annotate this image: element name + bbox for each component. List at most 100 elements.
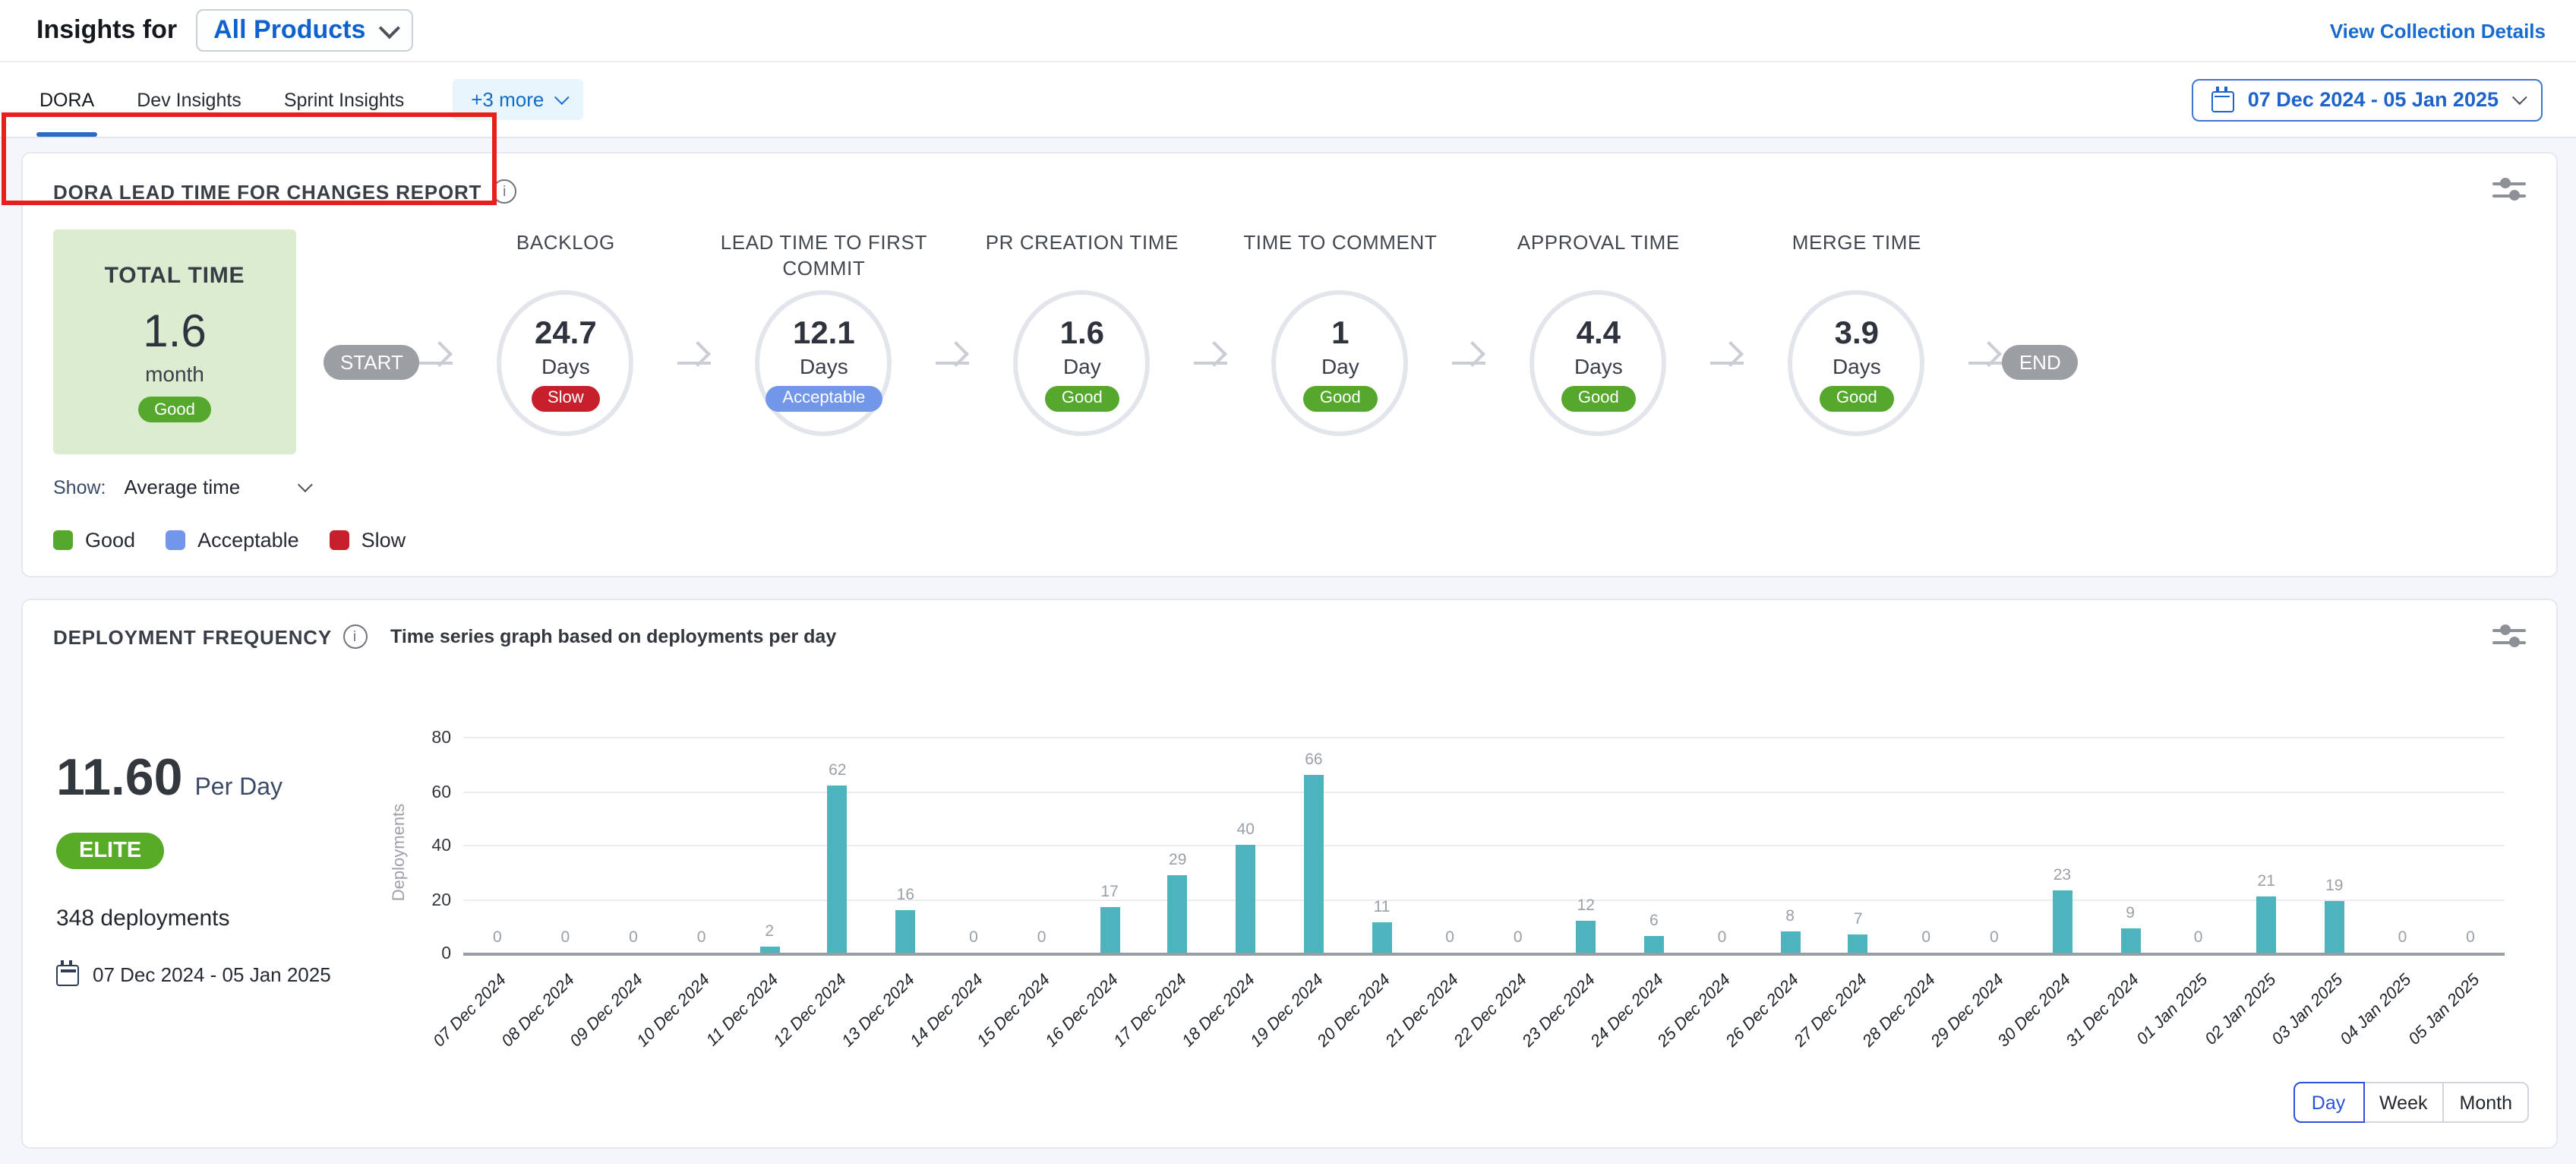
bar-value-label: 0 bbox=[2398, 928, 2407, 947]
deployment-bar[interactable] bbox=[1236, 845, 1255, 953]
total-time-label: TOTAL TIME bbox=[53, 263, 296, 289]
x-axis-label: 03 Jan 2025 bbox=[2269, 971, 2347, 1049]
legend-item-slow: Slow bbox=[330, 529, 406, 552]
product-selector-dropdown[interactable]: All Products bbox=[195, 9, 412, 52]
legend-item-good: Good bbox=[53, 529, 135, 552]
bar-slot: 2917 Dec 2024 bbox=[1144, 737, 1212, 953]
tabs: DORA Dev Insights Sprint Insights +3 mor… bbox=[39, 62, 583, 137]
bar-value-label: 19 bbox=[2325, 877, 2343, 896]
deployment-bar[interactable] bbox=[1168, 874, 1188, 953]
x-axis-label: 07 Dec 2024 bbox=[431, 971, 510, 1051]
info-icon[interactable] bbox=[492, 179, 516, 204]
deployment-bar[interactable] bbox=[1304, 775, 1324, 953]
deployment-bar[interactable] bbox=[1848, 934, 1868, 953]
flow-arrow bbox=[678, 362, 712, 365]
flow-start-pill: START bbox=[324, 345, 420, 380]
bar-value-label: 11 bbox=[1374, 899, 1391, 917]
status-badge: Good bbox=[1561, 385, 1636, 411]
bar-value-label: 2 bbox=[765, 923, 774, 941]
deployment-card-body: 11.60 Per Day ELITE 348 deployments 07 D… bbox=[53, 661, 2526, 986]
total-time-box: TOTAL TIME 1.6 month Good bbox=[53, 229, 296, 454]
deployment-bar[interactable] bbox=[1372, 923, 1392, 953]
deployment-bar[interactable] bbox=[2120, 928, 2140, 953]
total-time-value: 1.6 bbox=[53, 307, 296, 359]
bar-slot: 826 Dec 2024 bbox=[1756, 737, 1824, 953]
deployment-rate-unit: Per Day bbox=[194, 775, 283, 802]
lead-time-card: DORA LEAD TIME FOR CHANGES REPORT TOTAL … bbox=[21, 152, 2558, 577]
bar-value-label: 66 bbox=[1305, 751, 1322, 769]
bar-value-label: 21 bbox=[2258, 871, 2275, 890]
deployment-date-range: 07 Dec 2024 - 05 Jan 2025 bbox=[56, 962, 393, 986]
x-axis-label: 17 Dec 2024 bbox=[1111, 971, 1191, 1051]
deployment-card-header: DEPLOYMENT FREQUENCY Time series graph b… bbox=[53, 624, 2526, 652]
bar-value-label: 0 bbox=[1990, 928, 1999, 947]
bar-value-label: 0 bbox=[629, 928, 638, 947]
widget-settings-icon[interactable] bbox=[2492, 178, 2526, 205]
granularity-month-button[interactable]: Month bbox=[2443, 1082, 2530, 1123]
stage-label: PR CREATION TIME bbox=[986, 229, 1179, 290]
deployment-bar[interactable] bbox=[1576, 920, 1596, 953]
bar-value-label: 0 bbox=[493, 928, 502, 947]
x-axis-label: 08 Dec 2024 bbox=[498, 971, 578, 1051]
y-tick-label: 40 bbox=[431, 837, 451, 855]
granularity-week-button[interactable]: Week bbox=[2363, 1082, 2444, 1123]
stage-unit: Days bbox=[800, 353, 848, 378]
deployment-bar[interactable] bbox=[2325, 902, 2344, 953]
stage-value: 4.4 bbox=[1577, 315, 1621, 352]
deployment-bar[interactable] bbox=[828, 786, 848, 953]
bar-value-label: 0 bbox=[1037, 928, 1046, 947]
bar-slot: 021 Dec 2024 bbox=[1416, 737, 1484, 953]
bar-slot: 014 Dec 2024 bbox=[939, 737, 1008, 953]
stage-value: 1.6 bbox=[1060, 315, 1104, 352]
legend-item-acceptable: Acceptable bbox=[166, 529, 299, 552]
x-axis-label: 21 Dec 2024 bbox=[1383, 971, 1463, 1051]
granularity-day-button[interactable]: Day bbox=[2293, 1082, 2364, 1123]
x-axis-label: 04 Jan 2025 bbox=[2338, 971, 2416, 1049]
stage-circle: 24.7 Days Slow bbox=[497, 290, 634, 436]
x-axis-label: 18 Dec 2024 bbox=[1179, 971, 1258, 1051]
deployment-count: 348 deployments bbox=[56, 906, 393, 931]
more-tabs-dropdown[interactable]: +3 more bbox=[453, 79, 583, 120]
deployment-date-range-value: 07 Dec 2024 - 05 Jan 2025 bbox=[93, 963, 331, 985]
x-axis-label: 23 Dec 2024 bbox=[1519, 971, 1599, 1051]
show-dropdown[interactable]: Show: Average time bbox=[53, 476, 308, 498]
tab-sprint-insights[interactable]: Sprint Insights bbox=[284, 62, 404, 137]
bar-value-label: 0 bbox=[1445, 928, 1454, 947]
chevron-down-icon bbox=[554, 90, 570, 105]
date-range-picker[interactable]: 07 Dec 2024 - 05 Jan 2025 bbox=[2192, 78, 2543, 121]
deployment-bar[interactable] bbox=[1644, 937, 1664, 953]
deployment-bar[interactable] bbox=[1780, 931, 1800, 953]
deployment-bar[interactable] bbox=[759, 947, 779, 953]
deployment-bar[interactable] bbox=[895, 909, 915, 953]
widget-settings-icon[interactable] bbox=[2492, 624, 2526, 652]
status-badge: Good bbox=[1045, 385, 1119, 411]
tab-dev-insights[interactable]: Dev Insights bbox=[137, 62, 242, 137]
stage-unit: Days bbox=[541, 353, 590, 378]
view-collection-details-link[interactable]: View Collection Details bbox=[2330, 19, 2546, 42]
info-icon[interactable] bbox=[343, 624, 367, 649]
x-axis-label: 22 Dec 2024 bbox=[1451, 971, 1530, 1051]
deployment-bar[interactable] bbox=[1100, 907, 1119, 953]
stage-unit: Days bbox=[1574, 353, 1623, 378]
bar-slot: 1120 Dec 2024 bbox=[1348, 737, 1416, 953]
flow-stage-merge-time: MERGE TIME 3.9 Days Good bbox=[1744, 229, 1969, 436]
x-axis-label: 31 Dec 2024 bbox=[2063, 971, 2143, 1051]
status-badge: Good bbox=[137, 397, 212, 422]
flow-stage-time-to-comment: TIME TO COMMENT 1 Day Good bbox=[1228, 229, 1453, 436]
y-axis-title: Deployments bbox=[393, 737, 418, 956]
x-axis-label: 01 Jan 2025 bbox=[2133, 971, 2211, 1049]
show-value: Average time bbox=[125, 476, 298, 498]
stage-label: LEAD TIME TO FIRST COMMIT bbox=[712, 229, 936, 290]
flow-arrow bbox=[1969, 362, 2003, 365]
x-axis-label: 12 Dec 2024 bbox=[771, 971, 851, 1051]
stage-value: 24.7 bbox=[535, 315, 597, 352]
deployment-bar[interactable] bbox=[2052, 890, 2072, 953]
deployment-bar[interactable] bbox=[2256, 896, 2276, 953]
tab-dora[interactable]: DORA bbox=[39, 62, 94, 137]
bar-slot: 025 Dec 2024 bbox=[1688, 737, 1757, 953]
bar-value-label: 0 bbox=[1921, 928, 1930, 947]
y-axis-ticks: 020406080 bbox=[418, 737, 463, 953]
flow-stage-lead-time-first-commit: LEAD TIME TO FIRST COMMIT 12.1 Days Acce… bbox=[712, 229, 936, 436]
y-tick-label: 20 bbox=[431, 891, 451, 909]
status-badge: Good bbox=[1303, 385, 1378, 411]
